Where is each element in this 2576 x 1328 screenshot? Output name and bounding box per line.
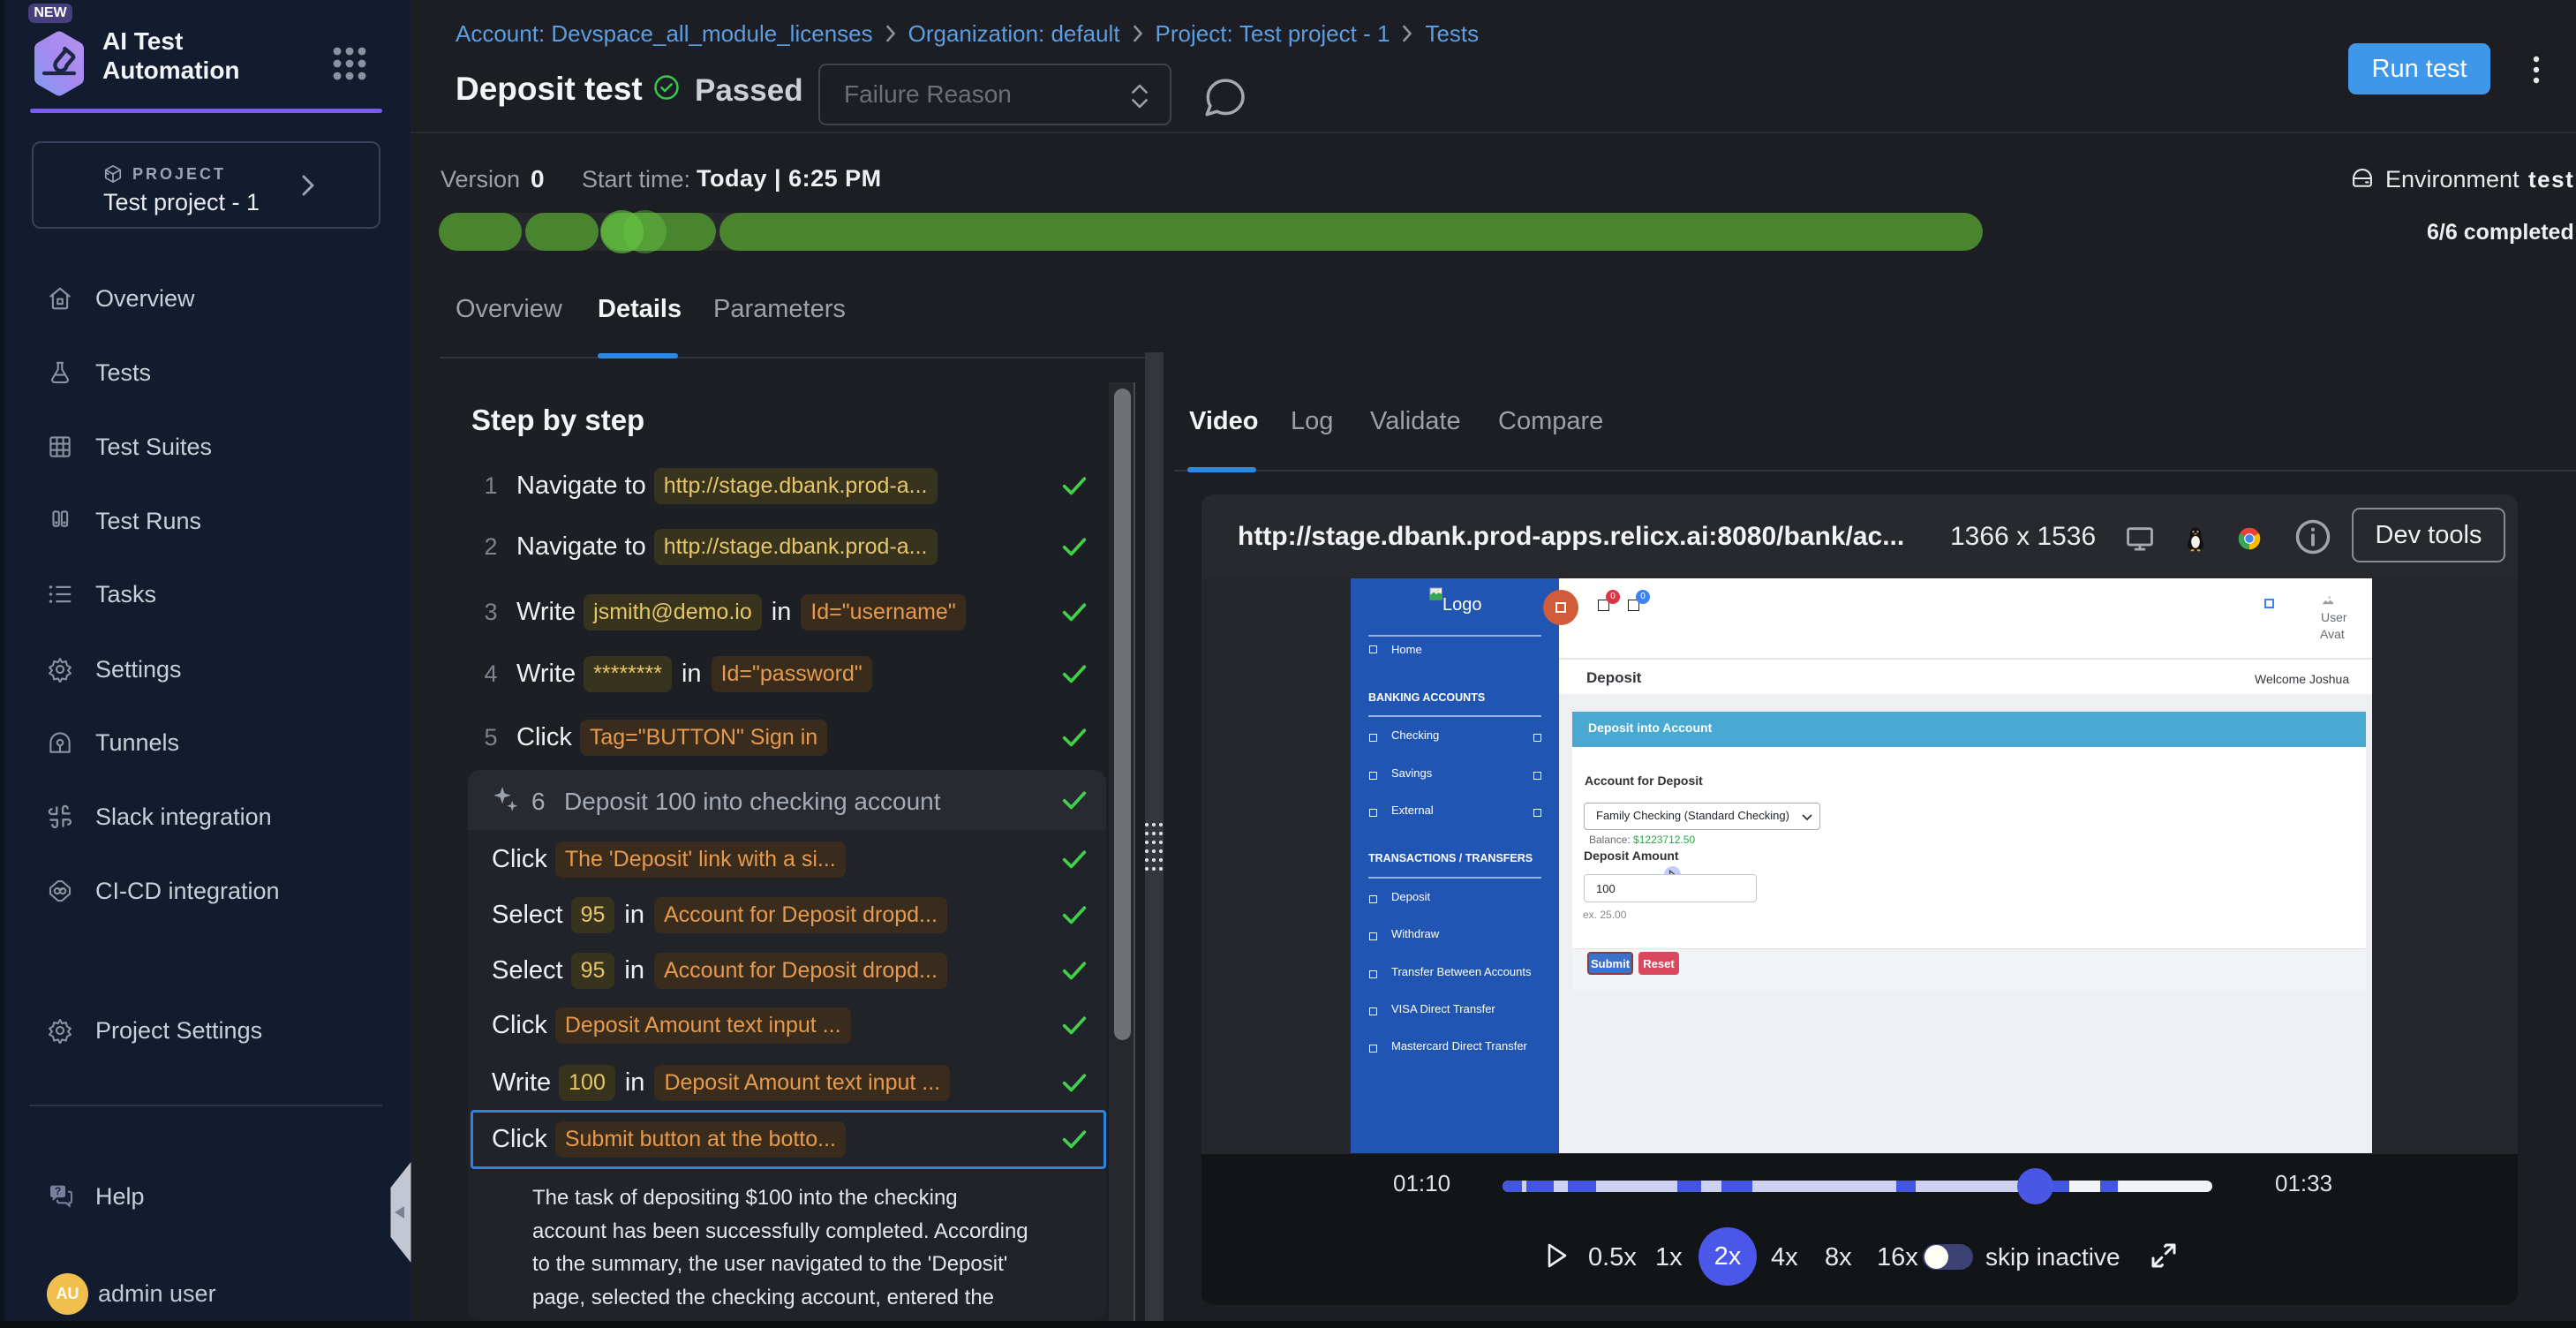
- svg-text:?: ?: [55, 1185, 61, 1197]
